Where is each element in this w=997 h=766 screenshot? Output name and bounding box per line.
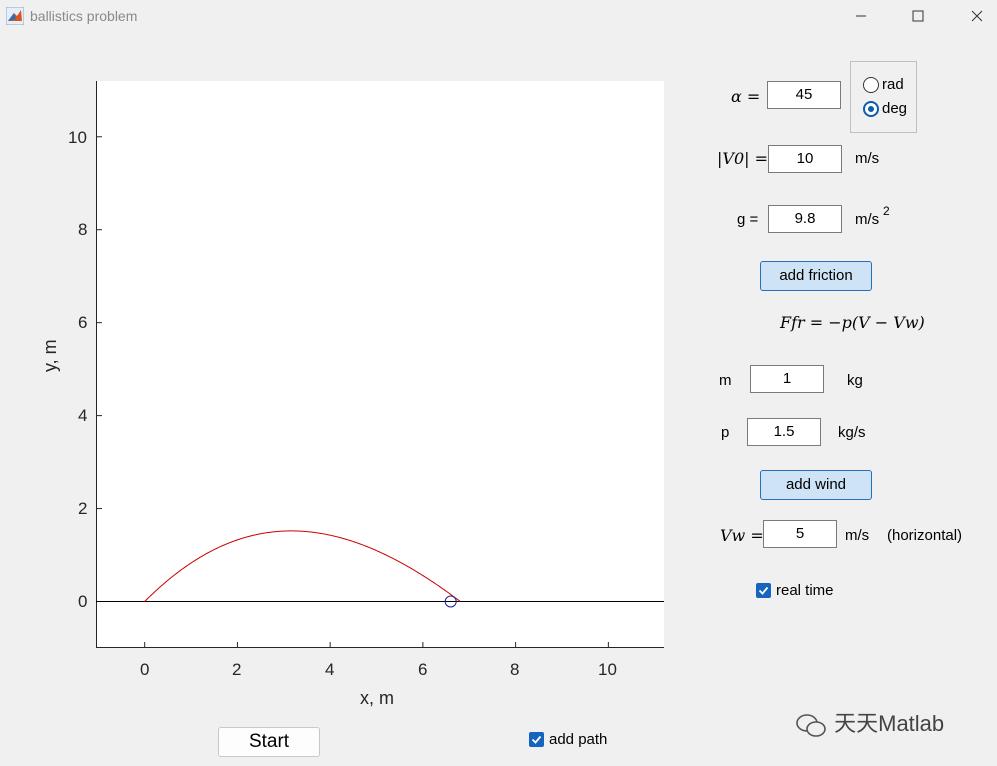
g-unit: m/s	[855, 211, 880, 228]
friction-formula: Ffr = −p(V − Vw)	[780, 313, 925, 332]
watermark: 天天Matlab	[794, 706, 944, 738]
g-label: g =	[737, 211, 759, 228]
watermark-text: 天天Matlab	[834, 711, 945, 736]
y-axis-label: y, m	[40, 339, 60, 372]
close-button[interactable]	[962, 5, 992, 27]
add-wind-button[interactable]: add wind	[760, 470, 872, 500]
minimize-icon	[856, 15, 866, 17]
add-path-checkbox[interactable]	[529, 732, 544, 747]
add-path-label: add path	[549, 731, 608, 748]
checkmark-icon	[758, 586, 769, 595]
v0-input[interactable]: 10	[768, 145, 842, 173]
y-tick-label: 2	[78, 499, 88, 518]
real-time-checkbox[interactable]	[756, 583, 771, 598]
g-unit-exponent: 2	[883, 204, 890, 218]
trajectory-path	[144, 530, 461, 602]
matlab-logo-icon	[6, 7, 24, 25]
y-tick-label: 6	[78, 313, 88, 332]
rad-label: rad	[882, 76, 904, 93]
v0-label: |V0| =	[717, 149, 769, 168]
vw-note: (horizontal)	[887, 527, 963, 544]
angle-units-group: rad deg	[850, 61, 917, 133]
y-tick-label: 4	[78, 406, 88, 425]
g-input[interactable]: 9.8	[768, 205, 842, 233]
maximize-button[interactable]	[903, 5, 933, 27]
maximize-icon	[912, 10, 924, 22]
vw-unit: m/s	[845, 527, 870, 544]
alpha-input[interactable]: 45	[767, 81, 841, 109]
minimize-button[interactable]	[846, 5, 876, 27]
y-tick-label: 0	[78, 592, 88, 611]
add-friction-button[interactable]: add friction	[760, 261, 872, 291]
plot-canvas	[96, 81, 664, 648]
y-tick-label: 10	[68, 128, 87, 147]
start-button[interactable]: Start	[218, 727, 320, 757]
plot-axes	[96, 81, 664, 648]
x-axis-label: x, m	[360, 688, 394, 708]
x-tick-label: 10	[598, 660, 617, 679]
mass-input[interactable]: 1	[750, 365, 824, 393]
p-label: p	[721, 424, 730, 441]
wechat-icon	[796, 714, 826, 737]
wind-speed-input[interactable]: 5	[763, 520, 837, 548]
x-tick-label: 0	[140, 660, 150, 679]
y-tick-label: 8	[78, 220, 88, 239]
vw-label: Vw =	[720, 526, 764, 545]
x-tick-label: 8	[510, 660, 520, 679]
window-title: ballistics problem	[30, 8, 138, 24]
checkmark-icon	[531, 735, 542, 744]
close-icon	[971, 10, 983, 22]
p-unit: kg/s	[838, 424, 866, 441]
x-tick-label: 6	[418, 660, 428, 679]
v0-unit: m/s	[855, 150, 880, 167]
deg-radio[interactable]	[863, 101, 879, 117]
m-unit: kg	[847, 372, 863, 389]
m-label: m	[719, 372, 732, 389]
p-input[interactable]: 1.5	[747, 418, 821, 446]
title-bar: ballistics problem	[0, 0, 997, 34]
rad-radio[interactable]	[863, 77, 879, 93]
alpha-label: α =	[731, 87, 761, 106]
real-time-label: real time	[776, 582, 834, 599]
x-tick-label: 4	[325, 660, 335, 679]
x-tick-label: 2	[232, 660, 242, 679]
deg-label: deg	[882, 100, 908, 117]
